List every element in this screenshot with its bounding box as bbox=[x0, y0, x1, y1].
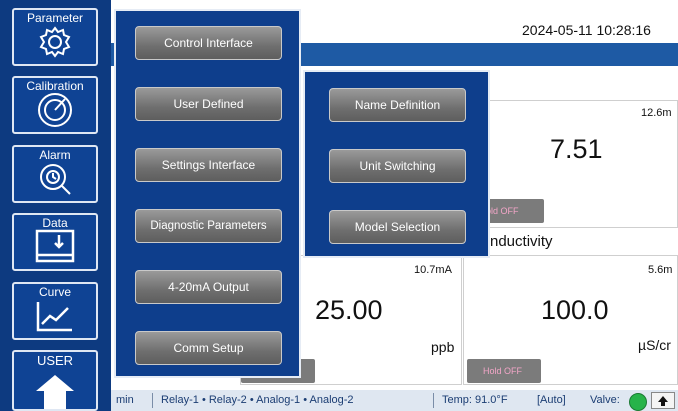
parameter-name-label: nductivity bbox=[490, 233, 553, 250]
nav-parameter[interactable]: Parameter bbox=[12, 8, 98, 66]
nav-label: Alarm bbox=[39, 148, 71, 162]
model-selection-button[interactable]: Model Selection bbox=[329, 210, 466, 244]
nav-alarm[interactable]: Alarm bbox=[12, 145, 98, 203]
parameter-menu: Control Interface User Defined Settings … bbox=[114, 9, 301, 378]
arrow-up-icon bbox=[658, 396, 668, 406]
measurement-unit: ppb bbox=[431, 339, 455, 355]
current-output-value: 12.6m bbox=[641, 107, 672, 119]
home-icon bbox=[36, 375, 74, 409]
measurement-unit: µS/cr bbox=[638, 337, 671, 353]
diagnostic-parameters-button[interactable]: Diagnostic Parameters bbox=[135, 209, 282, 243]
current-output-value: 10.7mA bbox=[414, 264, 452, 276]
scroll-up-button[interactable] bbox=[651, 392, 675, 409]
unit-switching-button[interactable]: Unit Switching bbox=[329, 149, 466, 183]
nav-data[interactable]: Data bbox=[12, 213, 98, 271]
nav-curve[interactable]: Curve bbox=[12, 282, 98, 340]
status-divider bbox=[152, 393, 153, 408]
valve-label: Valve: bbox=[590, 394, 620, 406]
status-divider bbox=[433, 393, 434, 408]
data-download-icon bbox=[35, 229, 75, 263]
status-min: min bbox=[116, 394, 134, 406]
nav-user[interactable]: USER bbox=[12, 350, 98, 411]
nav-label: Parameter bbox=[26, 11, 84, 25]
comm-setup-button[interactable]: Comm Setup bbox=[135, 331, 282, 365]
user-defined-button[interactable]: User Defined bbox=[135, 87, 282, 121]
current-output-value: 5.6m bbox=[648, 264, 673, 276]
gear-icon bbox=[39, 26, 71, 58]
conductivity-header: nductivity bbox=[460, 229, 678, 255]
valve-indicator-icon bbox=[629, 393, 647, 411]
nav-label: USER bbox=[36, 353, 74, 368]
datetime-display: 2024-05-11 10:28:16 bbox=[522, 22, 651, 38]
nav-label: Curve bbox=[38, 285, 71, 299]
name-definition-button[interactable]: Name Definition bbox=[329, 88, 466, 122]
measurement-value: 7.51 bbox=[550, 134, 603, 164]
temperature-status: Temp: 91.0°F bbox=[442, 394, 508, 406]
user-defined-submenu: Name Definition Unit Switching Model Sel… bbox=[303, 70, 490, 258]
status-bar: min Relay-1 • Relay-2 • Analog-1 • Analo… bbox=[111, 390, 678, 411]
nav-calibration[interactable]: Calibration bbox=[12, 76, 98, 134]
hold-label: old OFF bbox=[486, 206, 519, 216]
measurement-value: 100.0 bbox=[541, 295, 609, 325]
control-interface-button[interactable]: Control Interface bbox=[135, 26, 282, 60]
sidebar-nav: Parameter Calibration Alarm Data Curve U… bbox=[0, 0, 111, 411]
relay-analog-status: Relay-1 • Relay-2 • Analog-1 • Analog-2 bbox=[161, 394, 354, 406]
measurement-value: 25.00 bbox=[315, 295, 383, 325]
alarm-magnifier-icon bbox=[40, 164, 71, 195]
hold-button[interactable]: Hold OFF bbox=[467, 359, 541, 383]
settings-interface-button[interactable]: Settings Interface bbox=[135, 148, 282, 182]
mode-status: [Auto] bbox=[537, 394, 566, 406]
calibration-dial-icon bbox=[38, 93, 72, 127]
analog-output-button[interactable]: 4-20mA Output bbox=[135, 270, 282, 304]
hold-label: Hold OFF bbox=[483, 366, 523, 376]
curve-chart-icon bbox=[36, 302, 72, 332]
